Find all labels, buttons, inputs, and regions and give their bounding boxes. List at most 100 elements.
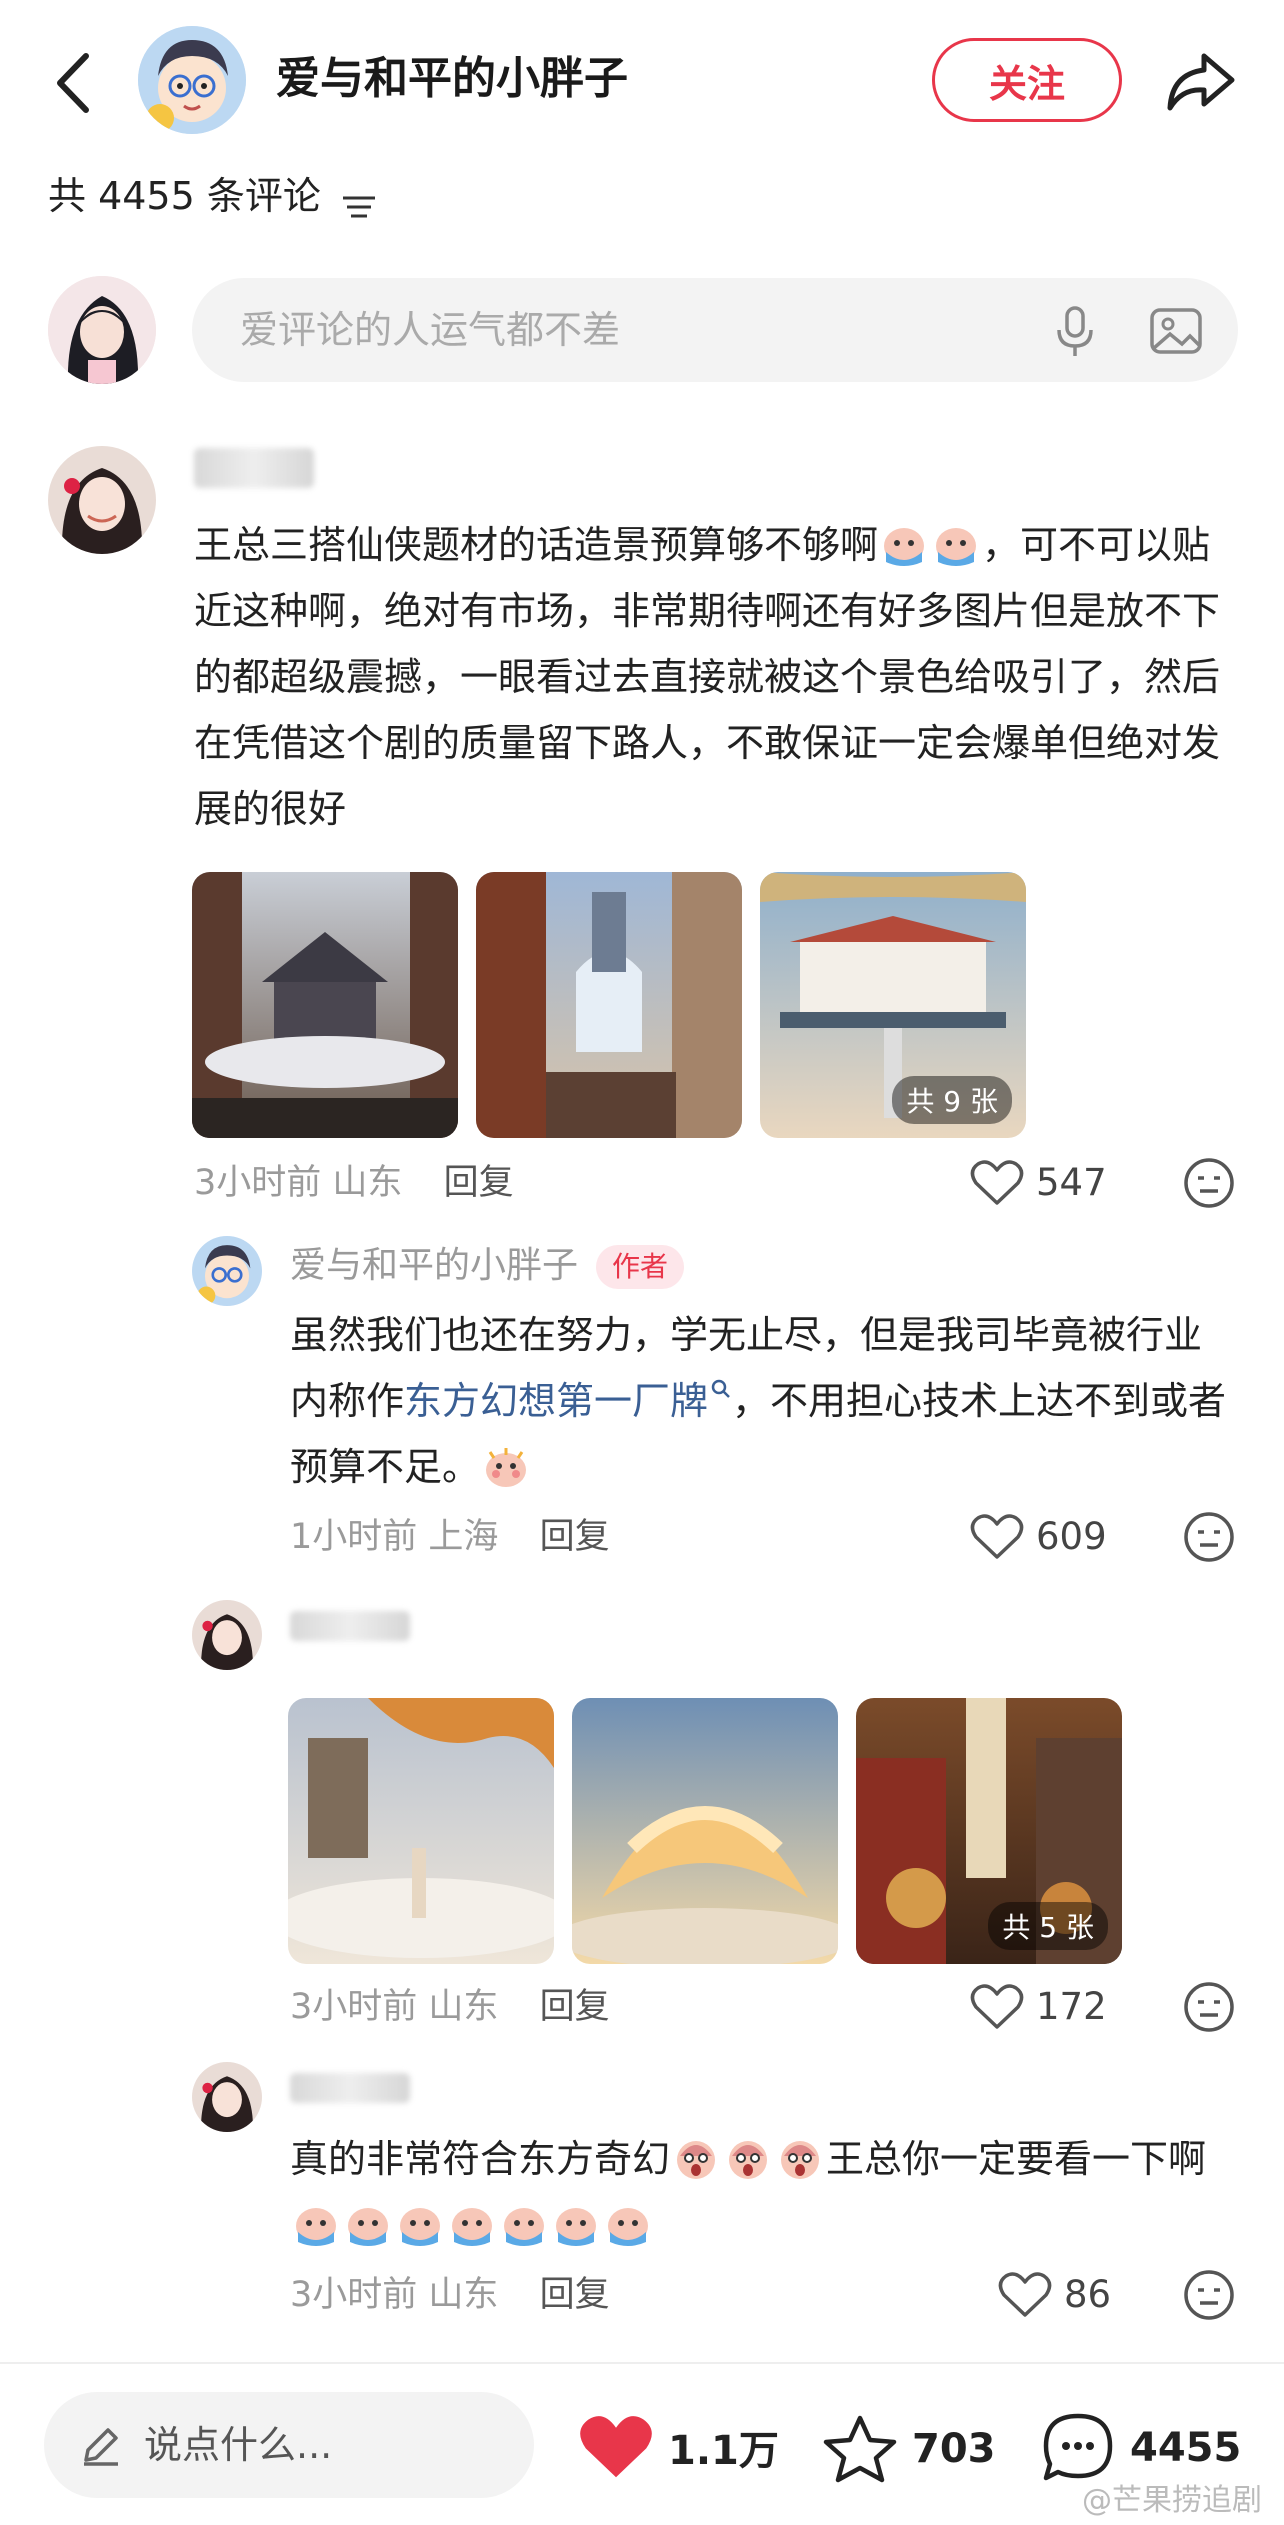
comment-total-count: 4455 <box>1130 2425 1242 2471</box>
heart-icon <box>970 1160 1024 1205</box>
reply-text: 真的非常符合东方奇幻 王总你一定要看一下啊 <box>290 2126 1230 2258</box>
reply-button[interactable]: 回复 <box>444 1163 514 1203</box>
reply-avatar[interactable] <box>192 2062 262 2132</box>
my-avatar <box>48 276 156 384</box>
reply-image[interactable] <box>572 1698 838 1964</box>
comment-input-placeholder: 爱评论的人运气都不差 <box>240 308 621 352</box>
heart-icon <box>970 1984 1024 2029</box>
scared-emoji-icon <box>729 2141 768 2179</box>
comment-count: 共 4455 条评论 <box>48 168 379 224</box>
neutral-face-icon <box>1184 2270 1234 2320</box>
reply-time: 3小时前 <box>290 2275 418 2315</box>
reply-location: 上海 <box>428 1517 499 1557</box>
sort-button[interactable] <box>339 181 379 218</box>
crying-emoji-icon <box>556 2208 596 2246</box>
crying-emoji-icon <box>608 2208 648 2246</box>
heart-filled-icon <box>580 2416 652 2478</box>
author-badge: 作者 <box>596 1245 685 1289</box>
author-name[interactable]: 爱与和平的小胖子 <box>276 46 628 112</box>
like-count: 172 <box>1036 1985 1107 2028</box>
reply-text: 虽然我们也还在努力，学无止尽，但是我司毕竟被行业内称作东方幻想第一厂牌 ，不用担心… <box>290 1302 1230 1500</box>
image-button[interactable] <box>1148 306 1204 356</box>
neutral-face-icon <box>1184 1982 1234 2032</box>
like-button[interactable]: 86 <box>998 2270 1111 2320</box>
reply-text-part: 真的非常符合东方奇幻 <box>290 2137 671 2181</box>
crying-emoji-icon <box>452 2208 492 2246</box>
comment-text-part: 王总三搭仙侠题材的话造景预算够不够啊 <box>194 523 879 567</box>
like-count: 86 <box>1064 2273 1112 2316</box>
heart-icon <box>970 1514 1024 1559</box>
microphone-icon <box>1057 306 1093 356</box>
reply-meta: 1小时前 上海 回复 <box>290 1512 610 1562</box>
search-link-label: 东方幻想第一厂牌 <box>404 1379 709 1423</box>
like-button[interactable]: 609 <box>970 1512 1107 1562</box>
commenter-avatar[interactable] <box>48 446 156 554</box>
search-link[interactable]: 东方幻想第一厂牌 <box>404 1379 732 1423</box>
back-button[interactable] <box>50 48 100 118</box>
heart-icon <box>998 2272 1052 2317</box>
author-avatar[interactable] <box>138 26 246 134</box>
like-button[interactable]: 547 <box>970 1158 1107 1208</box>
reply-username-row: 爱与和平的小胖子 作者 <box>290 1240 685 1292</box>
favorite-count: 703 <box>912 2426 996 2472</box>
post-like-count: 1.1万 <box>668 2428 779 2474</box>
reply-avatar[interactable] <box>192 1236 262 1306</box>
reply-username[interactable] <box>290 2066 410 2118</box>
like-count: 547 <box>1036 1161 1107 1204</box>
image-count-badge: 共 9 张 <box>892 1076 1012 1124</box>
crying-emoji-icon <box>936 528 977 566</box>
reply-image[interactable] <box>288 1698 554 1964</box>
follow-button[interactable]: 关注 <box>932 38 1122 122</box>
reply-button[interactable]: 回复 <box>540 2275 610 2315</box>
comment-meta: 3小时前 山东 回复 <box>194 1158 514 1208</box>
like-post-button[interactable]: 1.1万 <box>578 2414 779 2480</box>
comment-image[interactable] <box>476 872 742 1138</box>
reply-button[interactable]: 回复 <box>540 1517 610 1557</box>
share-button[interactable] <box>1160 42 1240 122</box>
star-icon <box>823 2415 897 2483</box>
watermark: @芒果捞追剧 <box>1082 2483 1262 2518</box>
crying-emoji-icon <box>348 2208 388 2246</box>
say-something-placeholder: 说点什么... <box>144 2423 333 2467</box>
comment-image[interactable]: 共 9 张 <box>760 872 1026 1138</box>
like-button[interactable]: 172 <box>970 1982 1107 2032</box>
comment-image[interactable] <box>192 872 458 1138</box>
reply-location: 山东 <box>428 2275 499 2315</box>
comment-time: 3小时前 <box>194 1163 322 1203</box>
blushing-emoji-icon <box>486 1448 527 1487</box>
reply-text-part: 王总你一定要看一下啊 <box>826 2137 1207 2181</box>
commenter-username[interactable] <box>194 448 314 503</box>
scared-emoji-icon <box>781 2141 820 2179</box>
reply-avatar[interactable] <box>192 1600 262 1670</box>
image-icon <box>1150 308 1202 354</box>
crying-emoji-icon <box>296 2208 336 2246</box>
crying-emoji-icon <box>504 2208 544 2246</box>
reply-image[interactable]: 共 5 张 <box>856 1698 1122 1964</box>
comment-text-part: ，可不可以贴近这种啊，绝对有市场，非常期待啊还有好多图片但是放不下的都超级震撼，… <box>194 523 1221 831</box>
reply-username[interactable]: 爱与和平的小胖子 <box>290 1245 578 1286</box>
say-something-input[interactable]: 说点什么... <box>44 2392 534 2498</box>
like-count: 609 <box>1036 1515 1107 1558</box>
reply-time: 3小时前 <box>290 1987 418 2027</box>
dislike-button[interactable] <box>1182 2268 1236 2322</box>
reply-button[interactable]: 回复 <box>540 1987 610 2027</box>
reply-username[interactable] <box>290 1604 410 1656</box>
image-count-badge: 共 5 张 <box>988 1902 1108 1950</box>
comment-location: 山东 <box>332 1163 403 1203</box>
reply-meta: 3小时前 山东 回复 <box>290 2270 610 2320</box>
neutral-face-icon <box>1184 1158 1234 1208</box>
pencil-icon <box>84 2428 118 2466</box>
favorite-button[interactable]: 703 <box>822 2414 996 2484</box>
comment-input[interactable]: 爱评论的人运气都不差 <box>192 278 1238 382</box>
share-icon <box>1167 53 1235 111</box>
dislike-button[interactable] <box>1182 1510 1236 1564</box>
bottom-divider <box>0 2362 1284 2364</box>
reply-meta: 3小时前 山东 回复 <box>290 1982 610 2032</box>
crying-emoji-icon <box>400 2208 440 2246</box>
dislike-button[interactable] <box>1182 1156 1236 1210</box>
voice-button[interactable] <box>1050 304 1100 358</box>
scared-emoji-icon <box>677 2141 716 2179</box>
dislike-button[interactable] <box>1182 1980 1236 2034</box>
reply-time: 1小时前 <box>290 1517 418 1557</box>
crying-emoji-icon <box>884 528 925 566</box>
